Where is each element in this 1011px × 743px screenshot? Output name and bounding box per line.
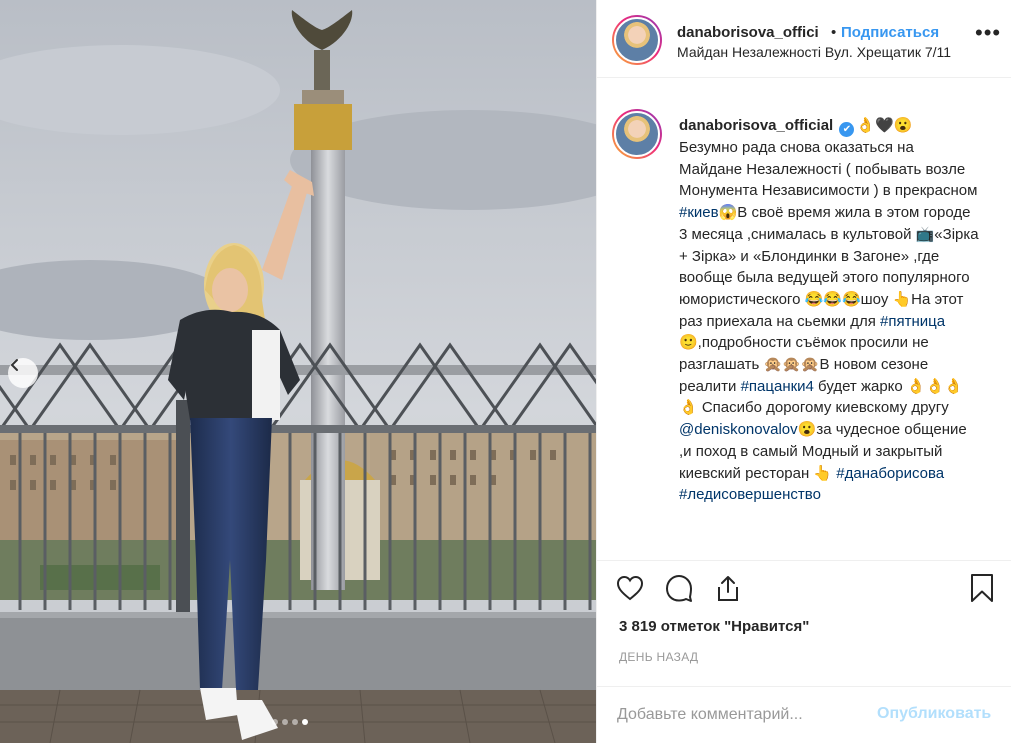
photo-scene	[0, 0, 596, 743]
share-icon	[718, 576, 738, 601]
verified-badge-icon: ✔	[839, 122, 855, 137]
caption-username[interactable]: danaborisova_official	[679, 117, 833, 134]
avatar[interactable]	[612, 15, 662, 65]
instagram-post: danaborisova_offici • Подписаться Майдан…	[0, 0, 1011, 743]
hashtag-link[interactable]: #киев	[679, 204, 719, 221]
comment-input[interactable]	[617, 703, 857, 727]
carousel-dot[interactable]	[282, 719, 288, 725]
caption-part: Безумно рада снова оказаться на Майдане …	[679, 139, 982, 200]
post-photo[interactable]	[0, 0, 596, 743]
more-options-icon[interactable]: •••	[975, 22, 1001, 44]
post-header: danaborisova_offici • Подписаться Майдан…	[597, 0, 1011, 78]
heart-icon	[616, 575, 644, 601]
publish-button[interactable]: Опубликовать	[877, 705, 991, 723]
comments-area[interactable]: danaborisova_official ✔ 👌🖤😮 Безумно рада …	[597, 79, 1011, 557]
location-link[interactable]: Майдан Незалежності Вул. Хрещатик 7/11	[677, 44, 951, 60]
caption-space	[944, 465, 948, 482]
carousel-dots	[272, 719, 308, 725]
hashtag-link[interactable]: #пятница	[880, 313, 945, 330]
caption-emoji: 👌🖤😮	[856, 117, 913, 134]
hashtag-link[interactable]: #ледисовершенство	[679, 486, 821, 503]
header-username[interactable]: danaborisova_offici	[677, 24, 827, 41]
like-button[interactable]	[615, 573, 645, 608]
post-sidebar: danaborisova_offici • Подписаться Майдан…	[596, 0, 1011, 743]
separator-bullet: •	[831, 24, 837, 41]
follow-button[interactable]: Подписаться	[841, 24, 939, 41]
action-bar	[597, 560, 1011, 620]
share-button[interactable]	[713, 573, 743, 608]
carousel-dot-active[interactable]	[302, 719, 308, 725]
save-button[interactable]	[967, 573, 997, 608]
hashtag-link[interactable]: #пацанки4	[741, 378, 814, 395]
caption-text: danaborisova_official ✔ 👌🖤😮 Безумно рада …	[679, 115, 981, 506]
bookmark-icon	[971, 574, 993, 602]
previous-slide-button[interactable]	[8, 358, 38, 388]
chevron-left-icon	[10, 359, 18, 371]
carousel-dot[interactable]	[272, 719, 278, 725]
add-comment-bar: Опубликовать	[597, 686, 1011, 743]
hashtag-link[interactable]: #данаборисова	[836, 465, 944, 482]
caption-avatar[interactable]	[612, 109, 662, 159]
mention-link[interactable]: @deniskonovalov	[679, 421, 798, 438]
comment-button[interactable]	[664, 573, 694, 608]
post-timestamp[interactable]: ДЕНЬ НАЗАД	[619, 650, 698, 664]
comment-icon	[666, 575, 692, 602]
carousel-dot[interactable]	[292, 719, 298, 725]
caption-part: 😱В своё время жила в этом городе 3 месяц…	[679, 204, 983, 330]
likes-count[interactable]: 3 819 отметок "Нравится"	[619, 618, 809, 635]
